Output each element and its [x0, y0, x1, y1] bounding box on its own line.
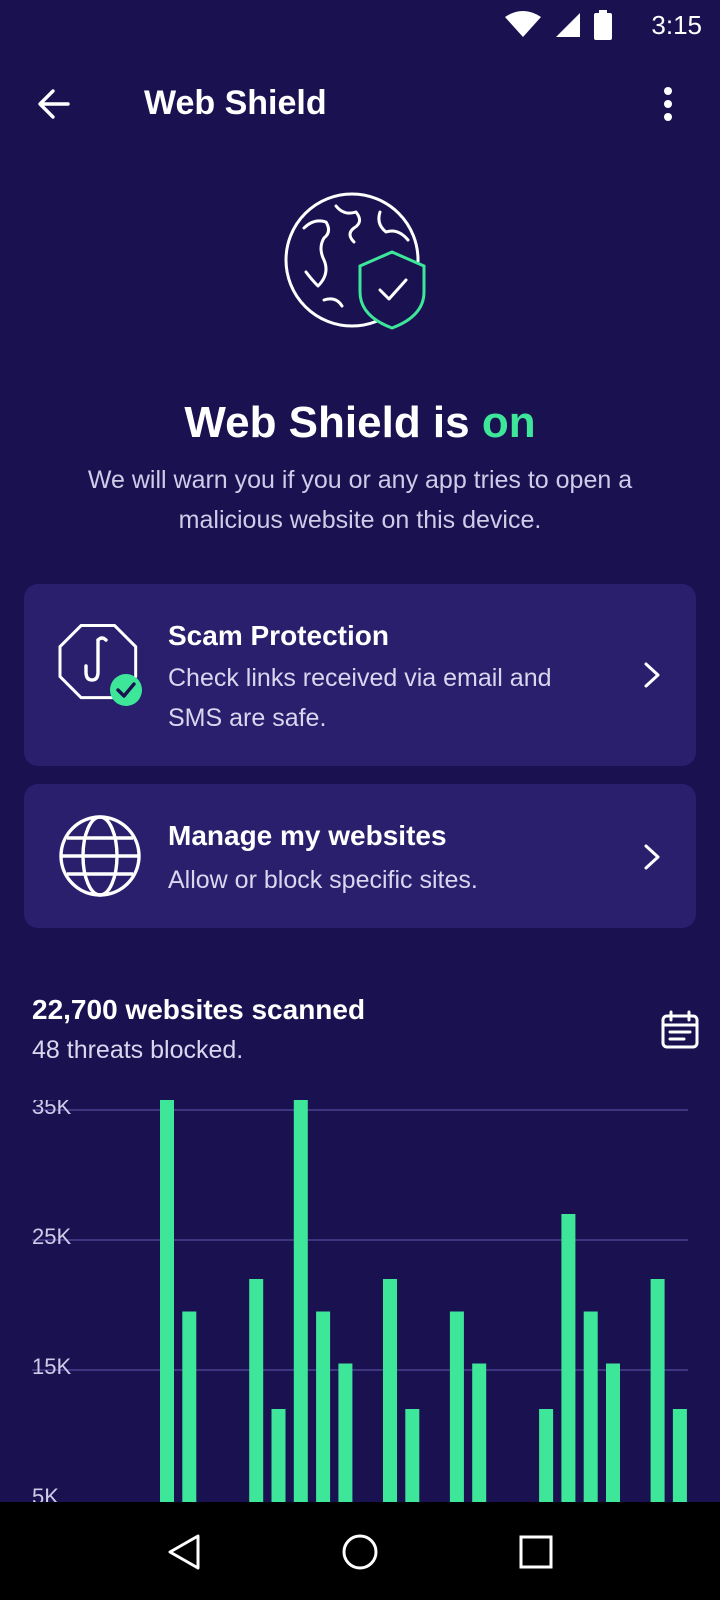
manage-websites-title: Manage my websites [168, 820, 447, 851]
scam-protection-card[interactable]: Scam Protection Check links received via… [24, 584, 696, 766]
y-tick-label: 35K [32, 1100, 71, 1119]
chart-bar [561, 1214, 576, 1530]
shield-status-title: Web Shield is on [0, 398, 720, 448]
scam-protection-description: Check links received via email and SMS a… [168, 664, 552, 732]
page-title: Web Shield [144, 84, 327, 122]
more-vertical-icon [664, 87, 672, 121]
chevron-right-icon [644, 662, 660, 688]
shield-status-prefix: Web Shield is [184, 398, 482, 447]
chart-bar [249, 1279, 264, 1530]
system-navigation-bar [0, 1502, 720, 1600]
y-tick-label: 25K [32, 1224, 71, 1249]
arrow-left-icon [38, 89, 70, 119]
scan-activity-chart: 35K25K15K5K12am6am12pm6pm [32, 1100, 688, 1530]
app-bar: Web Shield [0, 64, 720, 144]
chart-bar [650, 1279, 665, 1530]
chart-bar [383, 1279, 397, 1530]
chart-bar [316, 1311, 331, 1530]
scam-protection-icon [58, 624, 142, 706]
signal-icon [556, 13, 580, 37]
chart-bar [449, 1311, 464, 1530]
nav-home-icon[interactable] [338, 1530, 382, 1574]
threats-blocked-count: 48 threats blocked. [32, 1036, 244, 1064]
back-button[interactable] [32, 82, 76, 126]
manage-websites-description: Allow or block specific sites. [168, 866, 478, 894]
shield-status-state: on [481, 398, 536, 447]
status-time: 3:15 [651, 10, 702, 40]
chart-bar [182, 1311, 197, 1530]
chart-bar [160, 1100, 174, 1530]
manage-websites-card[interactable]: Manage my websites Allow or block specif… [24, 784, 696, 928]
websites-scanned-count: 22,700 websites scanned [32, 994, 366, 1025]
globe-shield-icon [284, 192, 426, 330]
shield-status-description: We will warn you if you or any app tries… [87, 466, 633, 534]
chart-bar [293, 1100, 308, 1530]
scam-protection-title: Scam Protection [168, 620, 389, 651]
chevron-right-icon [644, 844, 660, 870]
nav-back-icon[interactable] [162, 1530, 206, 1574]
chart-bar [583, 1311, 598, 1530]
battery-icon [594, 10, 612, 40]
status-bar: 3:15 [0, 0, 720, 48]
nav-recents-icon[interactable] [514, 1530, 558, 1574]
more-options-button[interactable] [648, 82, 688, 126]
wifi-icon [505, 11, 541, 37]
globe-icon [59, 815, 141, 897]
status-icons [504, 10, 612, 40]
y-tick-label: 15K [32, 1354, 71, 1379]
calendar-icon[interactable] [660, 1010, 700, 1050]
